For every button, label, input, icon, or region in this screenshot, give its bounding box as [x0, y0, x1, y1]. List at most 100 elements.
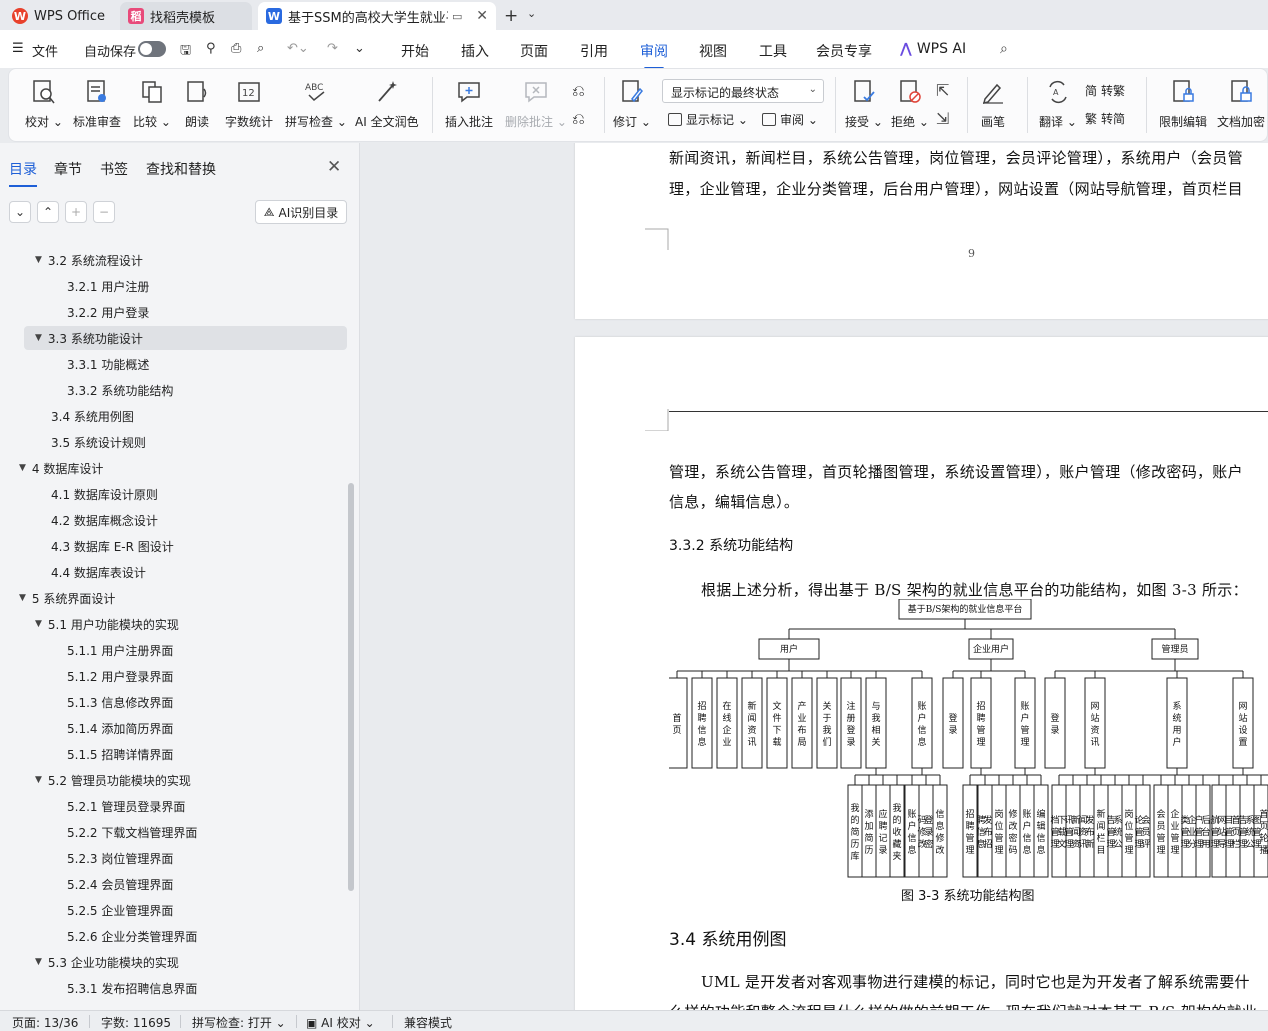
undo-icon[interactable]: ↶⌄: [287, 41, 309, 56]
page-indicator[interactable]: 页面: 13/36: [12, 1014, 78, 1031]
toc-item[interactable]: 5.1.5 招聘详情界面: [67, 742, 173, 766]
tab-toc[interactable]: 目录: [9, 159, 37, 187]
file-menu[interactable]: 文件: [32, 41, 58, 60]
ai-toc-button[interactable]: ⟁ AI识别目录: [255, 200, 347, 224]
print-icon[interactable]: ⎙: [231, 41, 241, 56]
review-pane-button[interactable]: 审阅 ⌄: [762, 111, 818, 128]
expand-all-button[interactable]: ⌄: [9, 201, 31, 223]
toc-item[interactable]: 4.2 数据库概念设计: [51, 508, 158, 532]
tab-templates[interactable]: 稻 找稻壳模板: [120, 2, 252, 30]
toc-item[interactable]: 5.2.6 企业分类管理界面: [67, 924, 197, 948]
tab-home[interactable]: 开始: [401, 41, 429, 61]
close-icon[interactable]: ✕: [327, 157, 341, 177]
demote-button[interactable]: −: [93, 201, 115, 223]
toc-item[interactable]: 3.5 系统设计规则: [51, 430, 146, 454]
toc-item[interactable]: 5.2.5 企业管理界面: [67, 898, 173, 922]
close-tab-icon[interactable]: ✕: [476, 8, 488, 24]
toc-item[interactable]: ▼ 5.2 管理员功能模块的实现: [35, 768, 191, 792]
toc-item[interactable]: 5.1.3 信息修改界面: [67, 690, 173, 714]
print-preview-icon[interactable]: ⌕: [257, 41, 264, 56]
hamburger-icon[interactable]: ☰: [12, 41, 24, 56]
toc-item[interactable]: 3.3.2 系统功能结构: [67, 378, 173, 402]
expand-arrow-icon[interactable]: ▼: [35, 255, 42, 265]
save-icon[interactable]: 🖫: [180, 41, 191, 63]
reject-button[interactable]: 拒绝 ⌄: [891, 79, 929, 130]
compare-button[interactable]: 比较 ⌄: [133, 79, 171, 130]
tab-insert[interactable]: 插入: [461, 41, 489, 61]
track-changes-button[interactable]: 修订 ⌄: [613, 79, 651, 130]
pen-button[interactable]: 画笔: [981, 79, 1005, 130]
new-tab-icon[interactable]: +: [504, 6, 518, 26]
tab-wps-ai[interactable]: ⋀ WPS AI: [900, 41, 966, 57]
toc-item[interactable]: 5.1.4 添加简历界面: [67, 716, 173, 740]
read-aloud-button[interactable]: 朗读: [185, 79, 209, 130]
tab-wps-office[interactable]: W WPS Office: [4, 2, 114, 30]
promote-button[interactable]: +: [65, 201, 87, 223]
tab-document[interactable]: W 基于SSM的高校大学生就业平 ▭ ✕: [258, 2, 496, 30]
toc-item[interactable]: ▼ 5 系统界面设计: [19, 586, 115, 610]
ai-proof-status[interactable]: ▣ AI 校对 ⌄: [306, 1014, 375, 1031]
monitor-icon[interactable]: ▭: [452, 10, 462, 23]
autosave-toggle[interactable]: [138, 41, 166, 57]
expand-arrow-icon[interactable]: ▼: [35, 957, 42, 967]
tab-tools[interactable]: 工具: [759, 41, 787, 61]
expand-arrow-icon[interactable]: ▼: [19, 463, 26, 473]
spell-check-button[interactable]: ABC 拼写检查 ⌄: [285, 79, 347, 130]
toc-item[interactable]: ▼ 3.2 系统流程设计: [35, 248, 143, 272]
toc-item[interactable]: ▼ 3.3 系统功能设计: [35, 326, 143, 350]
tab-references[interactable]: 引用: [580, 41, 608, 61]
document-page[interactable]: 管理，系统公告管理，首页轮播图管理，系统设置管理），账户管理（修改密码，账户 信…: [575, 337, 1268, 1010]
show-markup-button[interactable]: 显示标记 ⌄: [668, 111, 748, 128]
toc-item[interactable]: 3.3.1 功能概述: [67, 352, 149, 376]
document-canvas[interactable]: 新闻资讯，新闻栏目，系统公告管理，岗位管理，会员评论管理），系统用户（会员管 理…: [361, 143, 1268, 1010]
tab-review[interactable]: 审阅: [640, 41, 668, 70]
toc-item[interactable]: 5.1.1 用户注册界面: [67, 638, 173, 662]
translate-button[interactable]: A 翻译 ⌄: [1039, 79, 1077, 130]
toc-item[interactable]: ▼ 5.3 企业功能模块的实现: [35, 950, 179, 974]
toc-item[interactable]: ▼ 4 数据库设计: [19, 456, 103, 480]
expand-arrow-icon[interactable]: ▼: [35, 775, 42, 785]
toc-item[interactable]: ▼ 5.1 用户功能模块的实现: [35, 612, 179, 636]
tab-bookmarks[interactable]: 书签: [100, 159, 128, 179]
share-icon[interactable]: ⚲: [206, 41, 216, 56]
expand-arrow-icon[interactable]: ▼: [19, 593, 26, 603]
next-comment-icon[interactable]: ⎌: [572, 109, 585, 129]
expand-arrow-icon[interactable]: ▼: [35, 333, 42, 343]
collapse-all-button[interactable]: ⌃: [37, 201, 59, 223]
standard-review-button[interactable]: 标准审查: [73, 79, 121, 130]
word-count-button[interactable]: 12 字数统计: [225, 79, 273, 130]
proofread-button[interactable]: 校对 ⌄: [25, 79, 63, 130]
toc-item[interactable]: 4.4 数据库表设计: [51, 560, 146, 584]
prev-change-icon[interactable]: ⇱: [936, 81, 949, 100]
toc-item[interactable]: 3.2.1 用户注册: [67, 274, 149, 298]
next-change-icon[interactable]: ⇲: [936, 109, 949, 128]
tab-page[interactable]: 页面: [520, 41, 548, 61]
to-traditional-button[interactable]: 简 转繁: [1085, 82, 1125, 99]
ai-polish-button[interactable]: AI 全文润色: [355, 79, 419, 130]
toc-item[interactable]: 4.3 数据库 E-R 图设计: [51, 534, 174, 558]
spell-check-status[interactable]: 拼写检查: 打开 ⌄: [192, 1014, 286, 1031]
sidebar-scrollbar[interactable]: [348, 483, 354, 891]
tab-view[interactable]: 视图: [699, 41, 727, 61]
toc-item[interactable]: 5.2.2 下载文档管理界面: [67, 820, 197, 844]
prev-comment-icon[interactable]: ⎌: [572, 81, 585, 101]
chevron-down-icon[interactable]: ⌄: [527, 7, 536, 20]
markup-display-select[interactable]: 显示标记的最终状态 ⌄: [662, 79, 824, 103]
accept-button[interactable]: 接受 ⌄: [845, 79, 883, 130]
to-simplified-button[interactable]: 繁 转简: [1085, 110, 1125, 127]
tab-chapters[interactable]: 章节: [54, 159, 82, 179]
toc-item[interactable]: 5.1.2 用户登录界面: [67, 664, 173, 688]
tab-find-replace[interactable]: 查找和替换: [146, 159, 216, 179]
document-page[interactable]: 新闻资讯，新闻栏目，系统公告管理，岗位管理，会员评论管理），系统用户（会员管 理…: [575, 143, 1268, 319]
toc-item[interactable]: 4.1 数据库设计原则: [51, 482, 158, 506]
toc-item[interactable]: 5.3.1 发布招聘信息界面: [67, 976, 197, 1000]
search-icon[interactable]: ⌕: [1000, 41, 1008, 57]
expand-arrow-icon[interactable]: ▼: [35, 619, 42, 629]
restrict-edit-button[interactable]: 限制编辑: [1159, 79, 1207, 130]
toc-item[interactable]: 3.2.2 用户登录: [67, 300, 149, 324]
redo-icon[interactable]: ↷: [327, 41, 338, 56]
delete-comment-button[interactable]: 删除批注 ⌄: [505, 79, 567, 130]
encrypt-button[interactable]: 文档加密: [1217, 79, 1265, 130]
toc-item[interactable]: 5.2.3 岗位管理界面: [67, 846, 173, 870]
more-chevron-icon[interactable]: ⌄: [354, 41, 365, 56]
